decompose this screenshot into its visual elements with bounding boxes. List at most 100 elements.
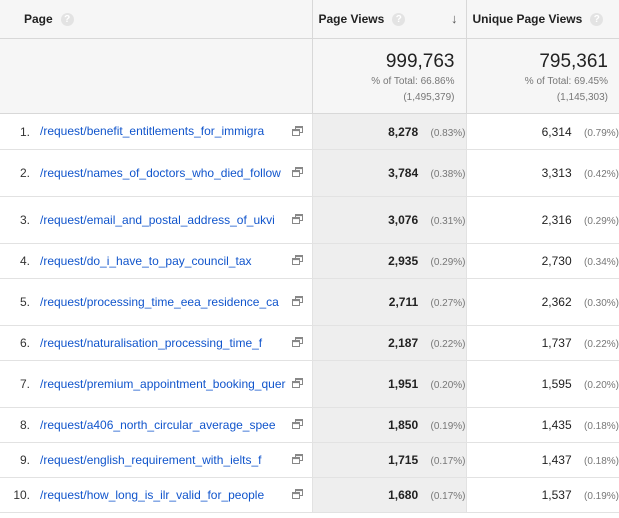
report-table: Page ? Page Views ? ↓ Unique Page Views … xyxy=(0,0,619,513)
row-index: 9. xyxy=(19,453,30,467)
page-link[interactable]: /request/naturalisation_processing_time_… xyxy=(40,336,290,351)
table-row: 7. /request/premium_appointment_booking_… xyxy=(0,360,619,408)
page-link[interactable]: /request/processing_time_eea_residence_c… xyxy=(40,295,290,310)
open-in-new-window-icon[interactable] xyxy=(291,378,303,389)
page-views-percent: (0.83%) xyxy=(430,127,466,139)
unique-page-views-value: 6,314 xyxy=(541,124,572,139)
page-views-cell: 1,680 (0.17%) xyxy=(312,477,467,513)
row-index: 2. xyxy=(19,166,30,180)
unique-page-views-value: 3,313 xyxy=(541,166,572,180)
unique-page-views-value: 1,537 xyxy=(541,488,572,502)
row-index: 1. xyxy=(19,124,30,139)
page-cell: 4. /request/do_i_have_to_pay_council_tax xyxy=(0,243,313,279)
unique-page-views-percent: (0.42%) xyxy=(583,169,619,180)
total-percent: % of Total: 69.45% xyxy=(524,76,608,87)
unique-page-views-percent: (0.18%) xyxy=(583,456,619,467)
open-in-new-window-icon[interactable] xyxy=(291,255,303,266)
open-in-new-window-icon[interactable] xyxy=(291,337,303,348)
open-in-new-window-icon[interactable] xyxy=(291,419,303,430)
page-link[interactable]: /request/a406_north_circular_average_spe… xyxy=(40,418,290,433)
total-overall: (1,495,379) xyxy=(403,92,455,103)
row-index: 8. xyxy=(19,418,30,432)
page-views-percent: (0.31%) xyxy=(430,216,466,227)
total-value: 999,763 xyxy=(385,51,455,72)
open-in-new-window-icon[interactable] xyxy=(291,167,303,178)
unique-page-views-cell: 1,437 (0.18%) xyxy=(466,442,619,478)
unique-page-views-value: 1,437 xyxy=(541,453,572,467)
unique-page-views-cell: 2,730 (0.34%) xyxy=(466,243,619,279)
page-cell: 2. /request/names_of_doctors_who_died_fo… xyxy=(0,149,313,197)
total-value: 795,361 xyxy=(539,51,608,72)
unique-page-views-cell: 3,313 (0.42%) xyxy=(466,149,619,197)
table-row: 6. /request/naturalisation_processing_ti… xyxy=(0,325,619,361)
unique-page-views-cell: 1,737 (0.22%) xyxy=(466,325,619,361)
table-row: 2. /request/names_of_doctors_who_died_fo… xyxy=(0,149,619,197)
page-views-cell: 1,715 (0.17%) xyxy=(312,442,467,478)
page-cell: 7. /request/premium_appointment_booking_… xyxy=(0,360,313,408)
column-header-unique-page-views[interactable]: Unique Page Views ? xyxy=(466,0,619,39)
table-row: 8. /request/a406_north_circular_average_… xyxy=(0,407,619,443)
page-views-value: 2,935 xyxy=(388,254,419,268)
unique-page-views-cell: 2,362 (0.30%) xyxy=(466,278,619,326)
help-icon[interactable]: ? xyxy=(60,12,74,26)
page-views-percent: (0.20%) xyxy=(430,380,466,391)
page-link[interactable]: /request/how_long_is_ilr_valid_for_peopl… xyxy=(40,488,290,503)
table-row: 1. /request/benefit_entitlements_for_imm… xyxy=(0,113,619,150)
page-views-value: 2,187 xyxy=(388,336,419,350)
column-header-page-views-label: Page Views xyxy=(318,12,385,26)
page-link[interactable]: /request/premium_appointment_booking_que… xyxy=(40,377,290,392)
page-views-value: 3,076 xyxy=(388,213,419,227)
help-icon[interactable]: ? xyxy=(590,12,604,26)
page-views-percent: (0.27%) xyxy=(430,298,466,309)
page-link[interactable]: /request/english_requirement_with_ielts_… xyxy=(40,453,290,468)
page-cell: 8. /request/a406_north_circular_average_… xyxy=(0,407,313,443)
unique-page-views-value: 1,737 xyxy=(541,336,572,350)
page-views-cell: 8,278 (0.83%) xyxy=(312,113,467,150)
help-icon[interactable]: ? xyxy=(392,12,406,26)
unique-page-views-value: 2,316 xyxy=(541,213,572,227)
totals-page-views: 999,763 % of Total: 66.86% (1,495,379) xyxy=(312,38,467,114)
totals-page-cell xyxy=(0,38,313,114)
page-views-cell: 1,951 (0.20%) xyxy=(312,360,467,408)
open-in-new-window-icon[interactable] xyxy=(291,489,303,500)
page-views-cell: 2,711 (0.27%) xyxy=(312,278,467,326)
table-row: 4. /request/do_i_have_to_pay_council_tax… xyxy=(0,243,619,279)
unique-page-views-cell: 1,537 (0.19%) xyxy=(466,477,619,513)
page-cell: 10. /request/how_long_is_ilr_valid_for_p… xyxy=(0,477,313,513)
page-views-value: 8,278 xyxy=(388,124,419,139)
page-link[interactable]: /request/benefit_entitlements_for_immigr… xyxy=(40,124,290,139)
report-table-container: Page ? Page Views ? ↓ Unique Page Views … xyxy=(0,0,619,518)
unique-page-views-cell: 1,595 (0.20%) xyxy=(466,360,619,408)
total-overall: (1,145,303) xyxy=(556,92,608,103)
open-in-new-window-icon[interactable] xyxy=(291,214,303,225)
page-views-percent: (0.38%) xyxy=(430,169,466,180)
page-link[interactable]: /request/do_i_have_to_pay_council_tax xyxy=(40,254,290,269)
open-in-new-window-icon[interactable] xyxy=(291,454,303,465)
page-views-percent: (0.17%) xyxy=(430,491,466,502)
column-header-page-views[interactable]: Page Views ? ↓ xyxy=(312,0,467,39)
open-in-new-window-icon[interactable] xyxy=(291,296,303,307)
page-link[interactable]: /request/email_and_postal_address_of_ukv… xyxy=(40,213,290,228)
unique-page-views-cell: 6,314 (0.79%) xyxy=(466,113,619,150)
arrow-down-icon[interactable]: ↓ xyxy=(451,11,458,26)
unique-page-views-value: 2,362 xyxy=(541,295,572,309)
row-index: 4. xyxy=(19,254,30,268)
totals-row: 999,763 % of Total: 66.86% (1,495,379) 7… xyxy=(0,38,619,114)
unique-page-views-percent: (0.34%) xyxy=(583,257,619,268)
page-views-percent: (0.22%) xyxy=(430,339,466,350)
row-index: 5. xyxy=(19,295,30,309)
row-index: 3. xyxy=(19,213,30,227)
unique-page-views-percent: (0.20%) xyxy=(583,380,619,391)
page-views-cell: 2,187 (0.22%) xyxy=(312,325,467,361)
page-views-value: 2,711 xyxy=(388,295,419,309)
column-header-unique-page-views-label: Unique Page Views xyxy=(472,12,583,26)
page-link[interactable]: /request/names_of_doctors_who_died_follo… xyxy=(40,166,290,181)
page-views-value: 1,951 xyxy=(388,377,419,391)
page-views-value: 1,715 xyxy=(388,453,419,467)
open-in-new-window-icon[interactable] xyxy=(291,125,303,137)
unique-page-views-percent: (0.30%) xyxy=(583,298,619,309)
page-views-value: 1,850 xyxy=(388,418,419,432)
column-header-page[interactable]: Page ? xyxy=(0,0,313,39)
unique-page-views-percent: (0.22%) xyxy=(583,339,619,350)
page-views-percent: (0.19%) xyxy=(430,421,466,432)
